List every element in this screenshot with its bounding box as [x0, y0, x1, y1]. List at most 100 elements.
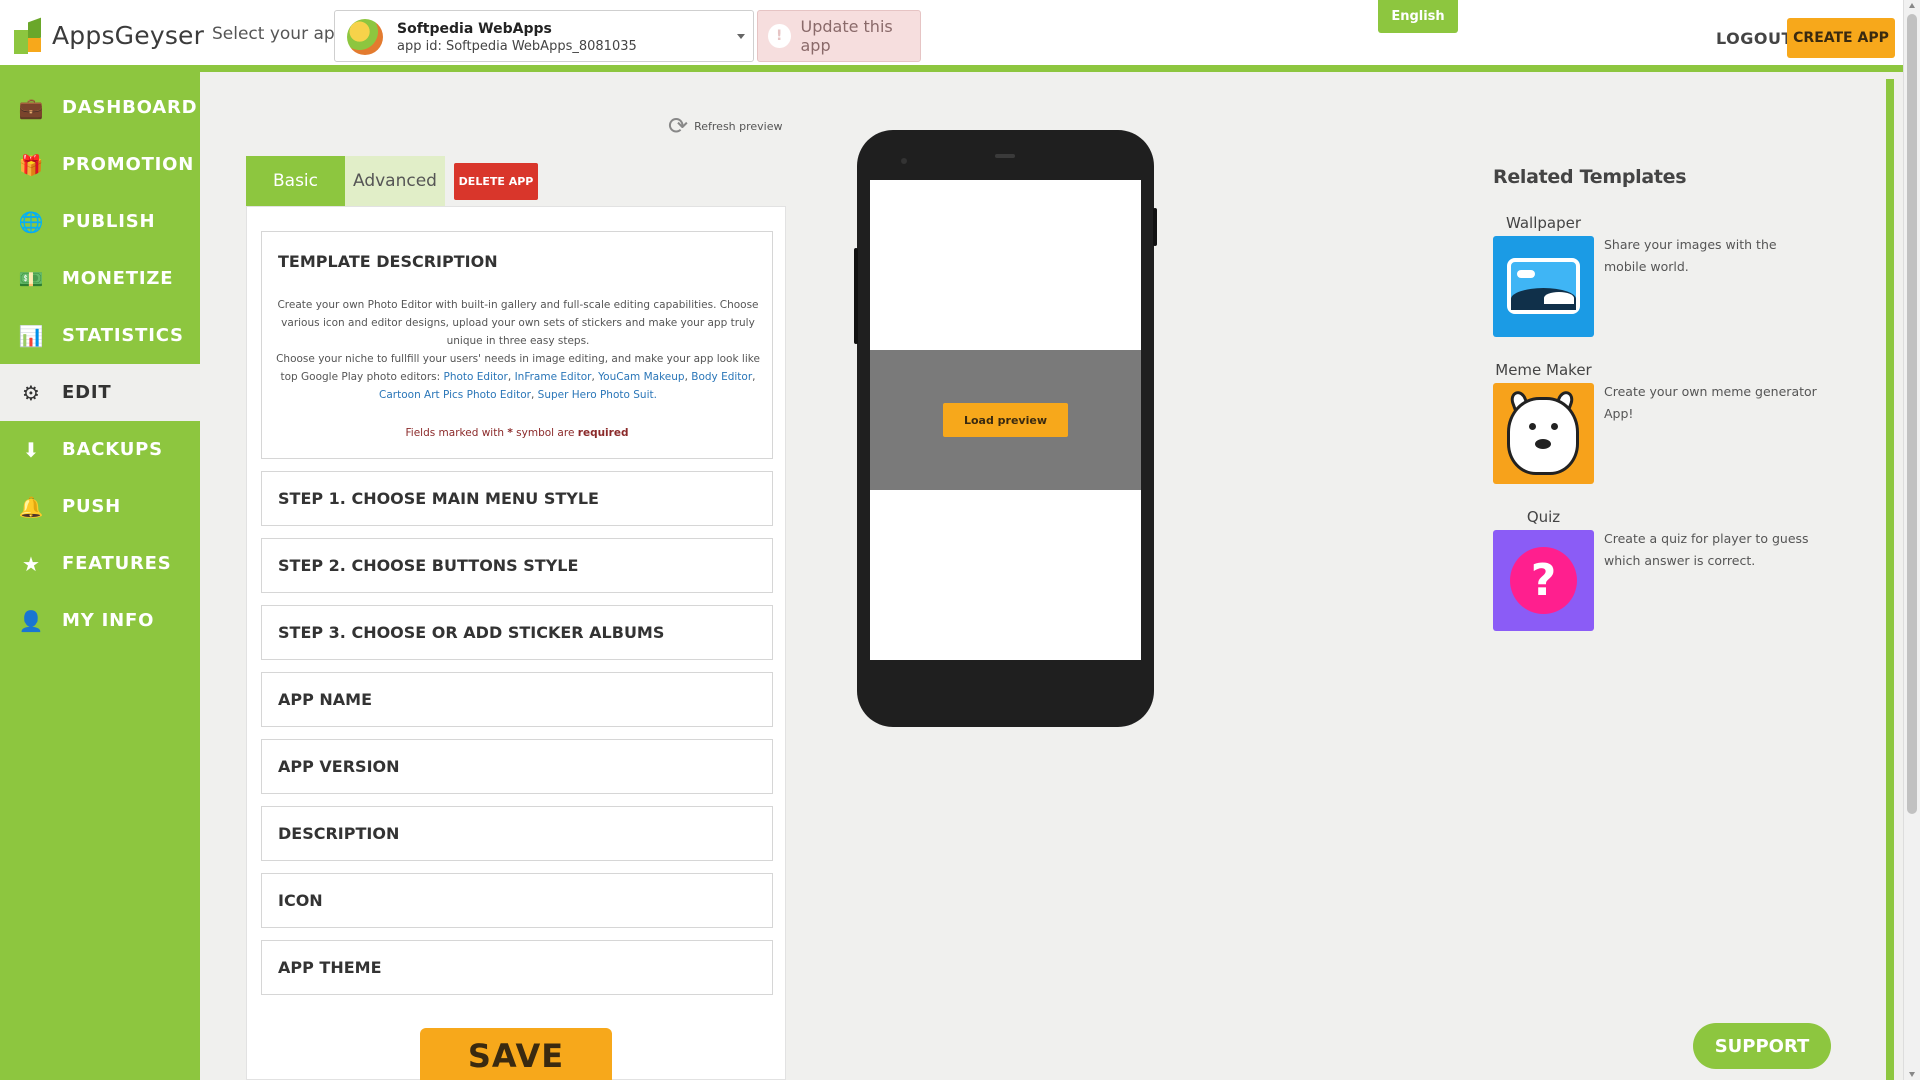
tab-basic[interactable]: Basic [246, 156, 345, 206]
app-id: app id: Softpedia WebApps_8081035 [397, 39, 637, 54]
logout-link[interactable]: LOGOUT [1716, 29, 1793, 48]
phone-camera [901, 158, 907, 164]
sidebar-item-promotion[interactable]: 🎁 PROMOTION [0, 136, 200, 193]
sidebar-item-label: PROMOTION [62, 154, 195, 175]
template-description-text: Create your own Photo Editor with built-… [277, 299, 759, 347]
app-icon [347, 19, 383, 55]
money-icon: 💵 [18, 266, 44, 291]
phone-speaker [995, 154, 1015, 158]
required-note: Fields marked with * symbol are required [262, 427, 772, 439]
section-description[interactable]: DESCRIPTION [261, 806, 773, 861]
chevron-down-icon [737, 34, 745, 39]
refresh-icon: ⟳ [668, 112, 689, 140]
create-app-button[interactable]: CREATE APP [1787, 18, 1895, 58]
link-cartoon-art-pics[interactable]: Cartoon Art Pics Photo Editor [379, 389, 531, 401]
logo-text: AppsGeyser [52, 20, 205, 50]
sidebar-item-label: STATISTICS [62, 325, 184, 346]
logo[interactable]: AppsGeyser [14, 16, 204, 54]
phone-power-button [1153, 208, 1157, 246]
star-icon: ★ [22, 551, 40, 576]
template-name: Meme Maker [1495, 361, 1592, 379]
download-icon: ⬇ [22, 437, 40, 462]
step-buttons-style[interactable]: STEP 2. CHOOSE BUTTONS STYLE [261, 538, 773, 593]
sidebar-item-features[interactable]: ★ FEATURES [0, 535, 200, 592]
template-description: Create a quiz for player to guess which … [1604, 531, 1809, 568]
template-description-panel: TEMPLATE DESCRIPTION Create your own Pho… [261, 231, 773, 459]
template-description: Share your images with the mobile world. [1604, 237, 1777, 274]
sidebar-item-label: MY INFO [62, 610, 155, 631]
related-template-quiz[interactable]: Quiz ? Create a quiz for player to guess… [1493, 508, 1823, 638]
sidebar-item-backups[interactable]: ⬇ BACKUPS [0, 421, 200, 478]
delete-app-button[interactable]: DELETE APP [454, 163, 538, 200]
sidebar-item-push[interactable]: 🔔 PUSH [0, 478, 200, 535]
sidebar-item-label: PUSH [62, 496, 122, 517]
section-app-version[interactable]: APP VERSION [261, 739, 773, 794]
gift-icon: 🎁 [18, 152, 44, 177]
sidebar: 💼 DASHBOARD 🎁 PROMOTION 🌐 PUBLISH 💵 MONE… [0, 72, 200, 1080]
sidebar-item-edit[interactable]: ⚙ EDIT [0, 364, 200, 421]
section-app-theme[interactable]: APP THEME [261, 940, 773, 995]
warning-icon: ! [768, 24, 791, 48]
scroll-down-icon[interactable] [1909, 1072, 1915, 1077]
sidebar-item-label: FEATURES [62, 553, 172, 574]
sidebar-item-label: PUBLISH [62, 211, 156, 232]
link-photo-editor[interactable]: Photo Editor [444, 371, 508, 383]
user-icon: 👤 [18, 608, 44, 633]
template-description: Create your own meme generator App! [1604, 384, 1817, 421]
load-preview-button[interactable]: Load preview [943, 403, 1068, 437]
sidebar-item-label: DASHBOARD [62, 97, 198, 118]
step-sticker-albums[interactable]: STEP 3. CHOOSE OR ADD STICKER ALBUMS [261, 605, 773, 660]
sidebar-item-monetize[interactable]: 💵 MONETIZE [0, 250, 200, 307]
briefcase-icon: 💼 [18, 95, 44, 120]
refresh-preview-label: Refresh preview [694, 119, 783, 133]
sidebar-item-dashboard[interactable]: 💼 DASHBOARD [0, 79, 200, 136]
link-inframe-editor[interactable]: InFrame Editor [515, 371, 592, 383]
phone-side-button [854, 248, 858, 344]
phone-preview: Load preview [854, 130, 1157, 727]
scroll-up-icon[interactable] [1909, 3, 1915, 8]
bell-icon: 🔔 [18, 494, 44, 519]
step-main-menu-style[interactable]: STEP 1. CHOOSE MAIN MENU STYLE [261, 471, 773, 526]
sidebar-item-publish[interactable]: 🌐 PUBLISH [0, 193, 200, 250]
scrollbar-thumb[interactable] [1907, 14, 1917, 814]
globe-icon: 🌐 [18, 209, 44, 234]
save-button[interactable]: SAVE [420, 1028, 612, 1080]
support-button[interactable]: SUPPORT [1693, 1023, 1831, 1069]
page-scrollbar[interactable] [1903, 0, 1920, 1080]
link-super-hero-photo-suit[interactable]: Super Hero Photo Suit. [538, 389, 657, 401]
link-body-editor[interactable]: Body Editor [691, 371, 752, 383]
sidebar-item-my-info[interactable]: 👤 MY INFO [0, 592, 200, 649]
gears-icon: ⚙ [22, 380, 40, 405]
top-bar: AppsGeyser Select your app: Softpedia We… [0, 0, 1903, 72]
doge-icon[interactable] [1493, 383, 1594, 484]
template-description-title: TEMPLATE DESCRIPTION [278, 252, 498, 271]
app-name: Softpedia WebApps [397, 21, 552, 37]
appsgeyser-logo-icon [14, 16, 44, 54]
update-app-button[interactable]: ! Update this app [757, 10, 921, 62]
select-app-label: Select your app: [212, 24, 352, 44]
refresh-preview-button[interactable]: ⟳ Refresh preview [668, 112, 783, 140]
template-description-body: Create your own Photo Editor with built-… [276, 299, 760, 401]
related-template-meme-maker[interactable]: Meme Maker Create your own meme generato… [1493, 361, 1823, 491]
sidebar-item-label: EDIT [62, 382, 112, 403]
link-youcam-makeup[interactable]: YouCam Makeup [598, 371, 684, 383]
sidebar-item-label: BACKUPS [62, 439, 163, 460]
section-app-name[interactable]: APP NAME [261, 672, 773, 727]
tab-advanced[interactable]: Advanced [345, 156, 445, 206]
preview-overlay: Load preview [870, 350, 1141, 490]
section-icon[interactable]: ICON [261, 873, 773, 928]
related-template-wallpaper[interactable]: Wallpaper Share your images with the mob… [1493, 214, 1823, 344]
editor-form: TEMPLATE DESCRIPTION Create your own Pho… [246, 206, 786, 1080]
language-selector[interactable]: English [1378, 0, 1458, 33]
wallpaper-icon[interactable] [1493, 236, 1594, 337]
related-templates-title: Related Templates [1493, 166, 1687, 188]
sidebar-item-label: MONETIZE [62, 268, 174, 289]
required-note-text: symbol are [516, 427, 575, 439]
update-app-label: Update this app [800, 17, 893, 55]
template-name: Wallpaper [1505, 214, 1582, 232]
sidebar-item-statistics[interactable]: 📊 STATISTICS [0, 307, 200, 364]
question-mark-icon[interactable]: ? [1493, 530, 1594, 631]
template-name: Quiz [1526, 508, 1561, 526]
required-word: required [577, 427, 629, 439]
app-selector[interactable]: Softpedia WebApps app id: Softpedia WebA… [334, 10, 754, 62]
